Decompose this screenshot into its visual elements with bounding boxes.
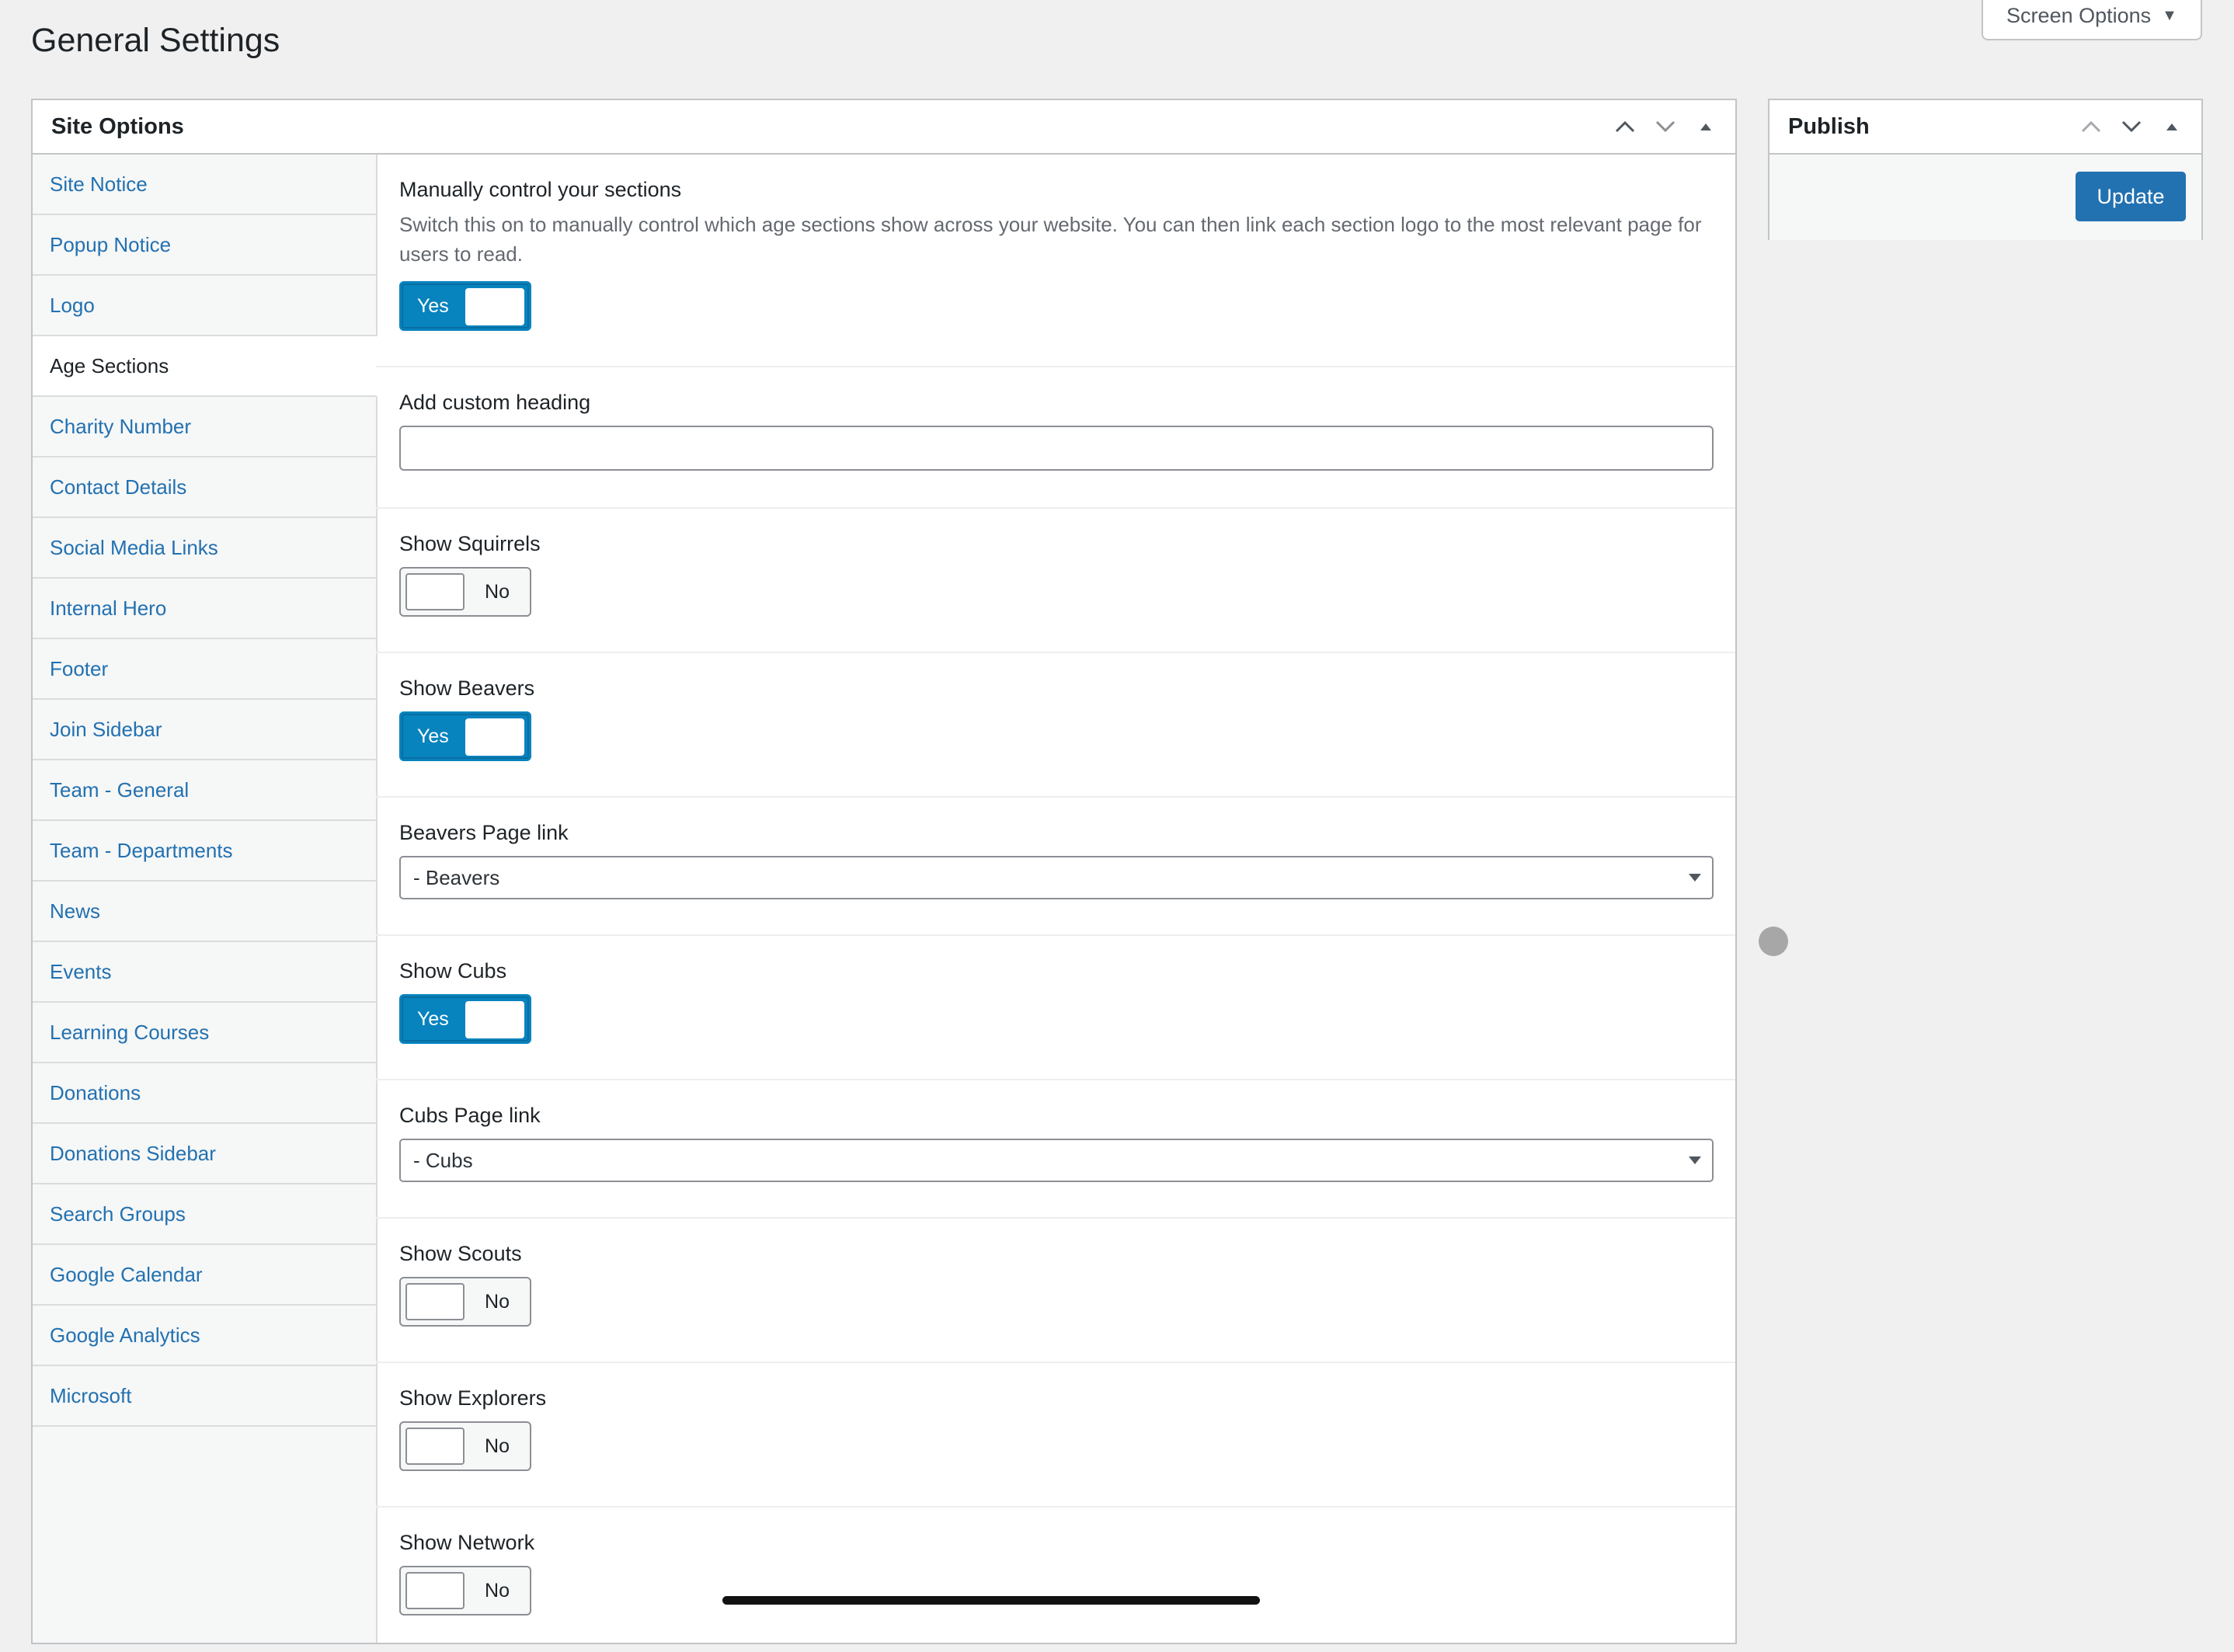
screen-options-label: Screen Options xyxy=(2006,3,2152,27)
tab-age-sections[interactable]: Age Sections xyxy=(33,336,378,397)
collapse-triangle-icon[interactable] xyxy=(1695,116,1717,137)
show-explorers-toggle[interactable]: No xyxy=(399,1421,531,1471)
field-show-beavers: Show Beavers Yes xyxy=(376,653,1735,798)
field-label: Cubs Page link xyxy=(399,1104,541,1127)
site-options-title: Site Options xyxy=(51,113,184,139)
field-show-scouts: Show Scouts No xyxy=(376,1219,1735,1363)
tab-donations-sidebar[interactable]: Donations Sidebar xyxy=(33,1124,376,1184)
cubs-page-select[interactable]: - Cubs xyxy=(399,1139,1714,1182)
manual-control-toggle[interactable]: Yes xyxy=(399,281,531,331)
tab-site-notice[interactable]: Site Notice xyxy=(33,155,376,215)
tab-logo[interactable]: Logo xyxy=(33,276,376,336)
tab-join-sidebar[interactable]: Join Sidebar xyxy=(33,700,376,760)
field-beavers-page-link: Beavers Page link - Beavers xyxy=(376,798,1735,936)
tab-donations[interactable]: Donations xyxy=(33,1063,376,1124)
toggle-label: No xyxy=(485,1290,510,1313)
tab-social-media-links[interactable]: Social Media Links xyxy=(33,518,376,579)
publish-box: Publish Update xyxy=(1768,99,2203,240)
tab-events[interactable]: Events xyxy=(33,942,376,1003)
tab-google-calendar[interactable]: Google Calendar xyxy=(33,1245,376,1306)
handle-actions xyxy=(1614,116,1717,137)
field-label: Add custom heading xyxy=(399,391,591,414)
field-manual-control: Manually control your sections Switch th… xyxy=(376,155,1735,367)
tab-google-analytics[interactable]: Google Analytics xyxy=(33,1306,376,1366)
tab-team-departments[interactable]: Team - Departments xyxy=(33,821,376,882)
toggle-label: Yes xyxy=(417,294,449,317)
fields-panel: Manually control your sections Switch th… xyxy=(376,155,1735,1643)
tab-contact-details[interactable]: Contact Details xyxy=(33,457,376,518)
home-indicator xyxy=(722,1596,1260,1605)
collapse-triangle-icon[interactable] xyxy=(2161,116,2183,137)
chevron-down-icon[interactable] xyxy=(1655,116,1676,137)
toggle-label: Yes xyxy=(417,725,449,747)
assistive-touch-dot[interactable] xyxy=(1759,927,1788,956)
field-cubs-page-link: Cubs Page link - Cubs xyxy=(376,1080,1735,1219)
beavers-page-select[interactable]: - Beavers xyxy=(399,856,1714,899)
tab-microsoft[interactable]: Microsoft xyxy=(33,1366,376,1427)
toggle-knob xyxy=(465,718,524,756)
show-squirrels-toggle[interactable]: No xyxy=(399,567,531,617)
field-show-explorers: Show Explorers No xyxy=(376,1363,1735,1508)
field-label: Show Squirrels xyxy=(399,532,541,555)
toggle-label: No xyxy=(485,1435,510,1457)
handle-actions xyxy=(2080,116,2183,137)
field-show-cubs: Show Cubs Yes xyxy=(376,936,1735,1080)
field-custom-heading: Add custom heading xyxy=(376,367,1735,509)
chevron-down-icon[interactable] xyxy=(2121,116,2142,137)
chevron-up-icon[interactable] xyxy=(2080,116,2102,137)
tab-team-general[interactable]: Team - General xyxy=(33,760,376,821)
toggle-knob xyxy=(405,573,465,610)
tab-search-groups[interactable]: Search Groups xyxy=(33,1184,376,1245)
field-label: Manually control your sections xyxy=(399,178,682,201)
field-label: Show Cubs xyxy=(399,959,507,983)
toggle-knob xyxy=(405,1572,465,1609)
tab-learning-courses[interactable]: Learning Courses xyxy=(33,1003,376,1063)
toggle-knob xyxy=(405,1428,465,1465)
select-value: - Cubs xyxy=(413,1148,473,1172)
select-value: - Beavers xyxy=(413,865,500,889)
toggle-knob xyxy=(405,1283,465,1320)
field-label: Show Explorers xyxy=(399,1386,547,1410)
tab-list: Site Notice Popup Notice Logo Age Sectio… xyxy=(33,155,378,1643)
tab-charity-number[interactable]: Charity Number xyxy=(33,397,376,457)
chevron-up-icon[interactable] xyxy=(1614,116,1636,137)
update-button[interactable]: Update xyxy=(2076,172,2186,221)
tab-internal-hero[interactable]: Internal Hero xyxy=(33,579,376,639)
toggle-label: No xyxy=(485,580,510,603)
publish-header: Publish xyxy=(1769,100,2201,155)
toggle-label: No xyxy=(485,1579,510,1602)
show-scouts-toggle[interactable]: No xyxy=(399,1277,531,1327)
show-beavers-toggle[interactable]: Yes xyxy=(399,711,531,761)
custom-heading-input[interactable] xyxy=(399,426,1714,471)
field-description: Switch this on to manually control which… xyxy=(399,213,1702,266)
publish-title: Publish xyxy=(1788,113,1870,139)
field-show-squirrels: Show Squirrels No xyxy=(376,509,1735,653)
toggle-knob xyxy=(465,288,524,325)
toggle-knob xyxy=(465,1001,524,1038)
site-options-box: Site Options Site Notice Popup Notice Lo… xyxy=(31,99,1737,1644)
field-label: Show Beavers xyxy=(399,676,535,700)
caret-down-icon: ▼ xyxy=(2162,6,2177,24)
tab-footer[interactable]: Footer xyxy=(33,639,376,700)
page-title: General Settings xyxy=(31,22,280,59)
publish-body: Update xyxy=(1769,155,2201,240)
show-cubs-toggle[interactable]: Yes xyxy=(399,994,531,1044)
field-show-network: Show Network No xyxy=(376,1508,1735,1652)
dropdown-arrow-icon xyxy=(1689,1156,1701,1164)
field-label: Show Network xyxy=(399,1531,535,1554)
dropdown-arrow-icon xyxy=(1689,874,1701,882)
tab-news[interactable]: News xyxy=(33,882,376,942)
toggle-label: Yes xyxy=(417,1007,449,1030)
tab-popup-notice[interactable]: Popup Notice xyxy=(33,215,376,276)
show-network-toggle[interactable]: No xyxy=(399,1566,531,1615)
site-options-header: Site Options xyxy=(33,100,1735,155)
screen-options-button[interactable]: Screen Options ▼ xyxy=(1982,0,2202,40)
field-label: Show Scouts xyxy=(399,1242,522,1265)
field-label: Beavers Page link xyxy=(399,821,569,844)
